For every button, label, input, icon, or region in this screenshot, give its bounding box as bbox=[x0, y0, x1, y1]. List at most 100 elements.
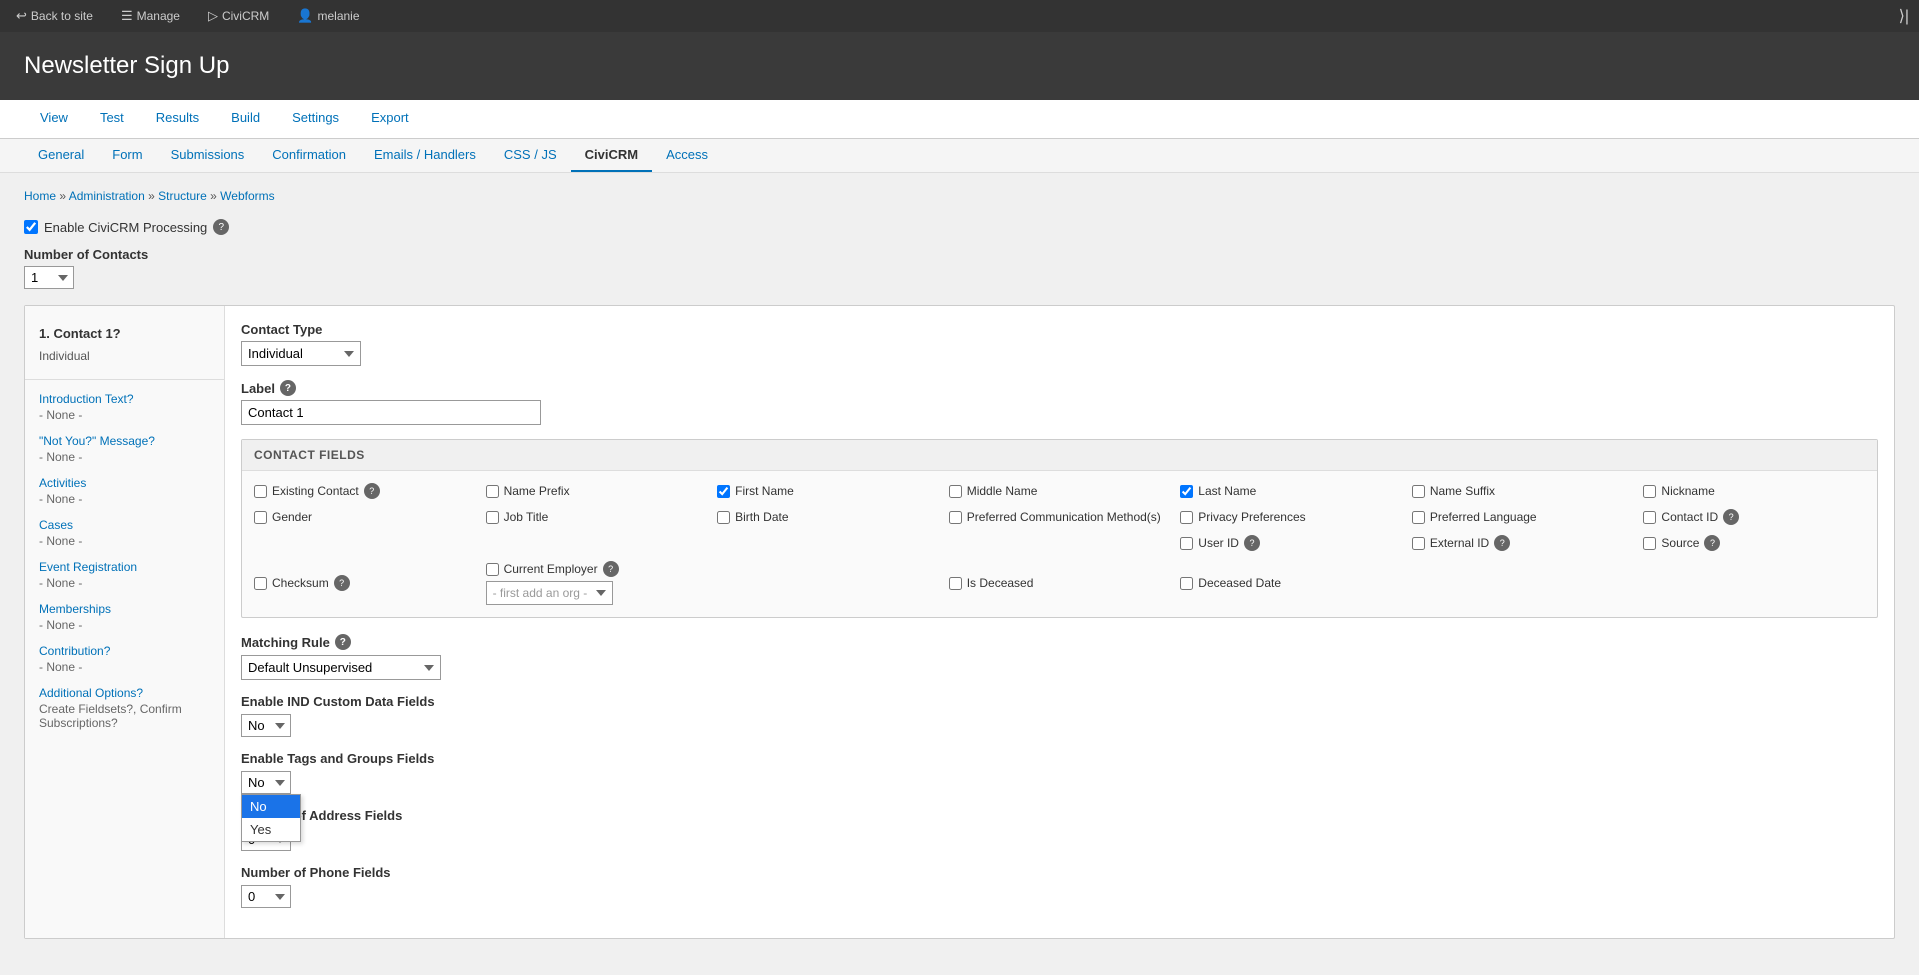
field-preferred-comm[interactable]: Preferred Communication Method(s) bbox=[949, 509, 1171, 525]
field-first-name[interactable]: First Name bbox=[717, 483, 939, 499]
checkbox-gender[interactable] bbox=[254, 511, 267, 524]
collapse-icon[interactable]: ⟩| bbox=[1899, 6, 1909, 26]
existing-contact-help[interactable]: ? bbox=[364, 483, 380, 499]
breadcrumb-structure[interactable]: Structure bbox=[158, 189, 207, 203]
breadcrumb-webforms[interactable]: Webforms bbox=[220, 189, 274, 203]
sidebar-notyou-title[interactable]: "Not You?" Message? bbox=[39, 434, 210, 448]
tab-access[interactable]: Access bbox=[652, 139, 722, 172]
tab-emails-handlers[interactable]: Emails / Handlers bbox=[360, 139, 490, 172]
checkbox-is-deceased[interactable] bbox=[949, 577, 962, 590]
manage-button[interactable]: ☰ Manage bbox=[115, 0, 186, 32]
field-nickname[interactable]: Nickname bbox=[1643, 483, 1865, 499]
checkbox-last-name[interactable] bbox=[1180, 485, 1193, 498]
enable-ind-select[interactable]: No Yes bbox=[241, 714, 291, 737]
field-job-title[interactable]: Job Title bbox=[486, 509, 708, 525]
user-button[interactable]: 👤 melanie bbox=[291, 0, 365, 32]
field-last-name[interactable]: Last Name bbox=[1180, 483, 1402, 499]
checkbox-preferred-comm[interactable] bbox=[949, 511, 962, 524]
checkbox-middle-name[interactable] bbox=[949, 485, 962, 498]
enable-tags-option-yes[interactable]: Yes bbox=[242, 818, 300, 841]
field-gender[interactable]: Gender bbox=[254, 509, 476, 525]
checkbox-source[interactable] bbox=[1643, 537, 1656, 550]
breadcrumb: Home » Administration » Structure » Webf… bbox=[24, 189, 1895, 203]
checkbox-name-prefix[interactable] bbox=[486, 485, 499, 498]
checkbox-external-id[interactable] bbox=[1412, 537, 1425, 550]
sidebar-activities-title[interactable]: Activities bbox=[39, 476, 210, 490]
field-middle-name[interactable]: Middle Name bbox=[949, 483, 1171, 499]
breadcrumb-home[interactable]: Home bbox=[24, 189, 56, 203]
source-help[interactable]: ? bbox=[1704, 535, 1720, 551]
checkbox-existing-contact[interactable] bbox=[254, 485, 267, 498]
tab-general[interactable]: General bbox=[24, 139, 98, 172]
checkbox-current-employer[interactable] bbox=[486, 563, 499, 576]
user-id-help[interactable]: ? bbox=[1244, 535, 1260, 551]
matching-rule-select[interactable]: Default Unsupervised Default Supervised bbox=[241, 655, 441, 680]
enable-civicrm-help-icon[interactable]: ? bbox=[213, 219, 229, 235]
field-current-employer-check[interactable]: Current Employer ? bbox=[486, 561, 619, 577]
checkbox-job-title[interactable] bbox=[486, 511, 499, 524]
tab-view[interactable]: View bbox=[24, 100, 84, 138]
current-employer-select[interactable]: - first add an org - bbox=[486, 581, 613, 605]
field-existing-contact[interactable]: Existing Contact ? bbox=[254, 483, 476, 499]
checkbox-checksum[interactable] bbox=[254, 577, 267, 590]
field-checksum[interactable]: Checksum ? bbox=[254, 561, 476, 605]
external-id-help[interactable]: ? bbox=[1494, 535, 1510, 551]
field-external-id[interactable]: External ID ? bbox=[1412, 535, 1634, 551]
tab-confirmation[interactable]: Confirmation bbox=[258, 139, 360, 172]
tab-results[interactable]: Results bbox=[140, 100, 215, 138]
tab-test[interactable]: Test bbox=[84, 100, 140, 138]
current-employer-help[interactable]: ? bbox=[603, 561, 619, 577]
checksum-help[interactable]: ? bbox=[334, 575, 350, 591]
field-name-suffix[interactable]: Name Suffix bbox=[1412, 483, 1634, 499]
checkbox-nickname[interactable] bbox=[1643, 485, 1656, 498]
field-birth-date[interactable]: Birth Date bbox=[717, 509, 939, 525]
sidebar-cases-title[interactable]: Cases bbox=[39, 518, 210, 532]
sidebar-divider-1 bbox=[25, 379, 224, 380]
breadcrumb-sep-3: » bbox=[210, 189, 220, 203]
field-privacy-prefs[interactable]: Privacy Preferences bbox=[1180, 509, 1402, 525]
enable-tags-select[interactable]: No Yes bbox=[241, 771, 291, 794]
field-name-prefix[interactable]: Name Prefix bbox=[486, 483, 708, 499]
tab-export[interactable]: Export bbox=[355, 100, 425, 138]
field-user-id[interactable]: User ID ? bbox=[1180, 535, 1402, 551]
label-input[interactable] bbox=[241, 400, 541, 425]
contact-id-help[interactable]: ? bbox=[1723, 509, 1739, 525]
field-preferred-lang[interactable]: Preferred Language bbox=[1412, 509, 1634, 525]
sidebar-event-title[interactable]: Event Registration bbox=[39, 560, 210, 574]
enable-tags-option-no[interactable]: No bbox=[242, 795, 300, 818]
contact-type-select[interactable]: Individual Organization Household bbox=[241, 341, 361, 366]
field-contact-id[interactable]: Contact ID ? bbox=[1643, 509, 1865, 525]
back-to-site-button[interactable]: ↩ Back to site bbox=[10, 0, 99, 32]
tab-civicrm[interactable]: CiviCRM bbox=[571, 139, 652, 172]
number-of-contacts-section: Number of Contacts 1 2 3 bbox=[24, 247, 1895, 289]
sidebar-contribution-title[interactable]: Contribution? bbox=[39, 644, 210, 658]
checkbox-user-id[interactable] bbox=[1180, 537, 1193, 550]
sidebar-notyou-value: - None - bbox=[39, 450, 210, 464]
checkbox-privacy-prefs[interactable] bbox=[1180, 511, 1193, 524]
enable-civicrm-checkbox[interactable] bbox=[24, 220, 38, 234]
sidebar-intro-value: - None - bbox=[39, 408, 210, 422]
field-is-deceased[interactable]: Is Deceased bbox=[949, 561, 1171, 605]
tab-build[interactable]: Build bbox=[215, 100, 276, 138]
checkbox-preferred-lang[interactable] bbox=[1412, 511, 1425, 524]
checkbox-name-suffix[interactable] bbox=[1412, 485, 1425, 498]
tab-settings[interactable]: Settings bbox=[276, 100, 355, 138]
tab-submissions[interactable]: Submissions bbox=[157, 139, 259, 172]
tab-css-js[interactable]: CSS / JS bbox=[490, 139, 571, 172]
field-source[interactable]: Source ? bbox=[1643, 535, 1865, 551]
field-deceased-date[interactable]: Deceased Date bbox=[1180, 561, 1402, 605]
checkbox-deceased-date[interactable] bbox=[1180, 577, 1193, 590]
breadcrumb-administration[interactable]: Administration bbox=[69, 189, 145, 203]
matching-rule-help-icon[interactable]: ? bbox=[335, 634, 351, 650]
civicrm-button[interactable]: ▷ CiviCRM bbox=[202, 0, 275, 32]
checkbox-contact-id[interactable] bbox=[1643, 511, 1656, 524]
number-of-contacts-select[interactable]: 1 2 3 bbox=[24, 266, 74, 289]
label-help-icon[interactable]: ? bbox=[280, 380, 296, 396]
sidebar-memberships-title[interactable]: Memberships bbox=[39, 602, 210, 616]
sidebar-intro-title[interactable]: Introduction Text? bbox=[39, 392, 210, 406]
checkbox-first-name[interactable] bbox=[717, 485, 730, 498]
tab-form[interactable]: Form bbox=[98, 139, 156, 172]
checkbox-birth-date[interactable] bbox=[717, 511, 730, 524]
sidebar-additional-title[interactable]: Additional Options? bbox=[39, 686, 210, 700]
number-phone-select[interactable]: 0 1 2 bbox=[241, 885, 291, 908]
